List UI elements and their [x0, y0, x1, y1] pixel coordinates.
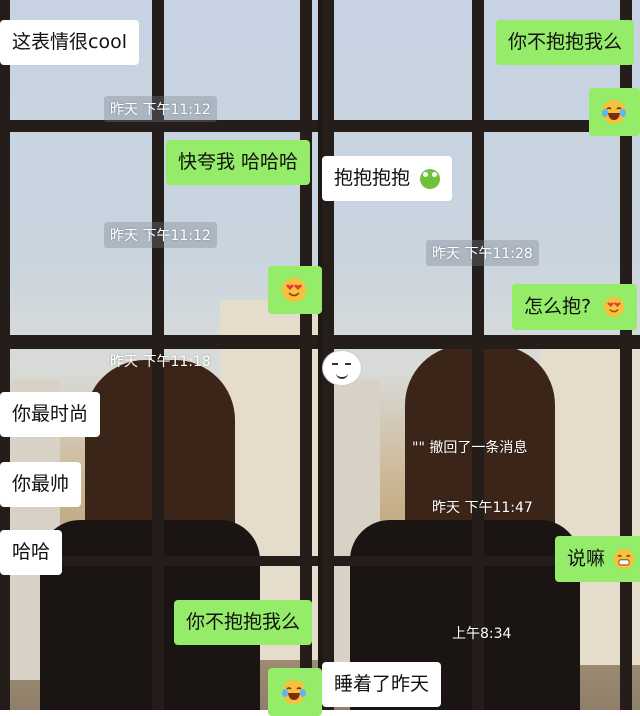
message-text: 你最时尚 [12, 403, 89, 425]
timestamp: 昨天 下午11:12 [104, 96, 217, 122]
message-bubble-received[interactable]: 你最时尚 [0, 392, 101, 437]
message-bubble-received[interactable]: 这表情很cool [0, 20, 139, 65]
message-bubble-sent[interactable] [589, 88, 640, 136]
message-text: 抱抱抱抱 [334, 167, 411, 189]
panel-divider [318, 0, 322, 710]
timestamp: 昨天 下午11:28 [426, 240, 539, 266]
message-text: 哈哈 [12, 541, 51, 563]
grin-emoji-icon [613, 548, 635, 570]
heart-eyes-emoji-icon [603, 296, 625, 318]
frog-emoji-icon [420, 168, 441, 189]
message-bubble-sent[interactable]: 你不抱抱我么 [496, 20, 635, 65]
message-bubble-received[interactable]: 抱抱抱抱 [322, 156, 453, 201]
message-text: 怎么抱? [524, 295, 592, 318]
message-bubble-sent[interactable]: 快夸我 哈哈哈 [166, 140, 311, 185]
message-text: 这表情很cool [12, 31, 127, 53]
message-bubble-received[interactable]: 睡着了昨天 [322, 662, 442, 707]
laughing-tears-emoji-icon [282, 680, 306, 704]
message-text: 睡着了昨天 [334, 673, 430, 695]
message-bubble-sent[interactable] [268, 266, 322, 314]
recall-notice: "" 撤回了一条消息 [412, 440, 528, 456]
timestamp: 昨天 下午11:47 [432, 500, 533, 516]
timestamp: 上午8:34 [452, 626, 512, 642]
message-bubble-received[interactable]: 哈哈 [0, 530, 63, 575]
timestamp: 昨天 下午11:12 [104, 222, 217, 248]
message-bubble-sent[interactable]: 怎么抱? [512, 284, 638, 330]
laughing-tears-emoji-icon [602, 100, 626, 124]
sticker-face-icon [322, 350, 362, 386]
message-bubble-sent[interactable]: 说嘛 [555, 536, 640, 582]
message-bubble-received[interactable]: 你最帅 [0, 462, 82, 507]
message-text: 快夸我 哈哈哈 [178, 151, 299, 173]
timestamp: 昨天 下午11:18 [110, 354, 211, 370]
background-scene [0, 0, 640, 710]
message-text: 你不抱抱我么 [508, 31, 623, 53]
message-text: 你不抱抱我么 [186, 611, 301, 633]
heart-eyes-emoji-icon [282, 278, 306, 302]
message-text: 你最帅 [12, 473, 70, 495]
message-bubble-sent[interactable]: 你不抱抱我么 [174, 600, 313, 645]
message-bubble-sent[interactable] [268, 668, 322, 716]
message-text: 说嘛 [567, 547, 606, 570]
